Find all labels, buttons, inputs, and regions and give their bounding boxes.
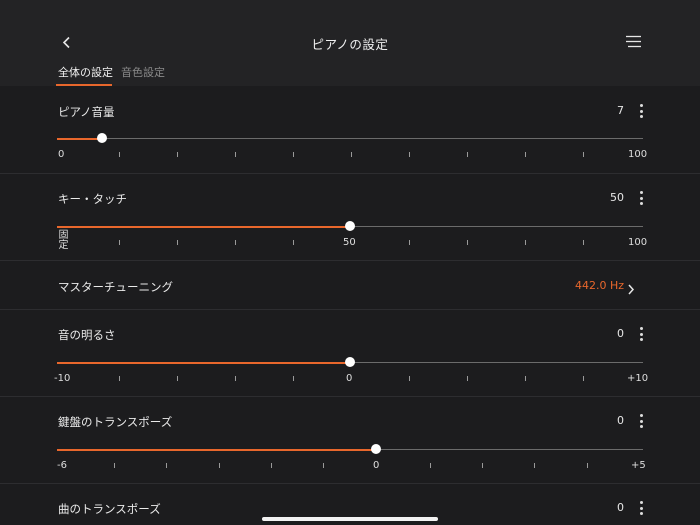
- slider-tick: [293, 152, 294, 157]
- slider-tick: [177, 376, 178, 381]
- piano-volume-slider-track[interactable]: [57, 138, 643, 139]
- slider-tick: [525, 240, 526, 245]
- piano-volume-slider-fill: [57, 137, 102, 140]
- piano-volume-section: ピアノ音量 7 0 100: [0, 86, 700, 173]
- brightness-value: 0: [617, 327, 624, 340]
- hamburger-menu-icon: [626, 35, 641, 48]
- keyboard-transpose-mid-label: 0: [373, 460, 380, 471]
- slider-tick: [430, 463, 431, 468]
- slider-tick: [525, 376, 526, 381]
- slider-tick: [525, 152, 526, 157]
- slider-tick: [119, 152, 120, 157]
- key-touch-section: キー・タッチ 50 固定 50 100: [0, 174, 700, 260]
- slider-tick: [583, 152, 584, 157]
- brightness-section: 音の明るさ 0 -10 0 +10: [0, 310, 700, 396]
- keyboard-transpose-section: 鍵盤のトランスポーズ 0 -6 0 +5: [0, 397, 700, 483]
- key-touch-slider-fill: [57, 225, 350, 228]
- song-transpose-label: 曲のトランスポーズ: [58, 502, 161, 516]
- slider-tick: [177, 152, 178, 157]
- brightness-slider-thumb[interactable]: [345, 357, 355, 367]
- brightness-min-label: -10: [54, 373, 71, 384]
- keyboard-transpose-slider-thumb[interactable]: [371, 444, 381, 454]
- brightness-max-label: +10: [627, 373, 649, 384]
- slider-tick: [119, 240, 120, 245]
- slider-tick: [271, 463, 272, 468]
- slider-tick: [409, 376, 410, 381]
- tab-tone-settings[interactable]: 音色設定: [121, 64, 165, 80]
- slider-tick: [482, 463, 483, 468]
- slider-tick: [587, 463, 588, 468]
- key-touch-label: キー・タッチ: [58, 192, 127, 206]
- slider-tick: [409, 152, 410, 157]
- brightness-more-icon[interactable]: [636, 326, 646, 342]
- header: ピアノの設定 全体の設定 音色設定: [0, 0, 700, 86]
- key-touch-mid-label: 50: [343, 237, 356, 248]
- key-touch-more-icon[interactable]: [636, 190, 646, 206]
- brightness-label: 音の明るさ: [58, 328, 116, 342]
- slider-tick: [534, 463, 535, 468]
- slider-tick: [467, 376, 468, 381]
- slider-tick: [235, 152, 236, 157]
- menu-button[interactable]: [622, 33, 644, 51]
- master-tuning-row[interactable]: マスターチューニング 442.0 Hz: [0, 261, 700, 309]
- keyboard-transpose-value: 0: [617, 414, 624, 427]
- page-title: ピアノの設定: [311, 37, 389, 52]
- slider-tick: [293, 376, 294, 381]
- home-indicator[interactable]: [262, 517, 438, 521]
- slider-tick: [583, 376, 584, 381]
- piano-volume-more-icon[interactable]: [636, 103, 646, 119]
- piano-volume-slider-thumb[interactable]: [97, 133, 107, 143]
- piano-volume-value: 7: [617, 104, 624, 117]
- chevron-right-icon[interactable]: [627, 280, 637, 295]
- key-touch-value: 50: [610, 191, 624, 204]
- slider-tick: [235, 240, 236, 245]
- slider-tick: [351, 152, 352, 157]
- song-transpose-value: 0: [617, 501, 624, 514]
- slider-tick: [467, 152, 468, 157]
- brightness-mid-label: 0: [346, 373, 353, 384]
- slider-tick: [177, 240, 178, 245]
- brightness-slider-fill: [57, 361, 350, 364]
- slider-tick: [323, 463, 324, 468]
- slider-tick: [409, 240, 410, 245]
- master-tuning-label: マスターチューニング: [58, 280, 173, 294]
- slider-tick: [467, 240, 468, 245]
- slider-tick: [293, 240, 294, 245]
- keyboard-transpose-min-label: -6: [57, 460, 67, 471]
- slider-tick: [114, 463, 115, 468]
- piano-volume-max-label: 100: [628, 149, 648, 160]
- master-tuning-value: 442.0 Hz: [574, 279, 624, 292]
- piano-volume-label: ピアノ音量: [58, 105, 115, 119]
- keyboard-transpose-max-label: +5: [631, 460, 646, 471]
- tab-general-settings[interactable]: 全体の設定: [58, 64, 113, 80]
- keyboard-transpose-label: 鍵盤のトランスポーズ: [58, 415, 173, 429]
- slider-tick: [219, 463, 220, 468]
- song-transpose-more-icon[interactable]: [636, 500, 646, 516]
- key-touch-min-label: 固定: [56, 229, 67, 249]
- slider-tick: [166, 463, 167, 468]
- keyboard-transpose-slider-fill: [57, 448, 376, 451]
- piano-volume-min-label: 0: [58, 149, 65, 160]
- slider-tick: [119, 376, 120, 381]
- slider-tick: [235, 376, 236, 381]
- key-touch-max-label: 100: [628, 237, 648, 248]
- key-touch-slider-thumb[interactable]: [345, 221, 355, 231]
- keyboard-transpose-more-icon[interactable]: [636, 413, 646, 429]
- slider-tick: [583, 240, 584, 245]
